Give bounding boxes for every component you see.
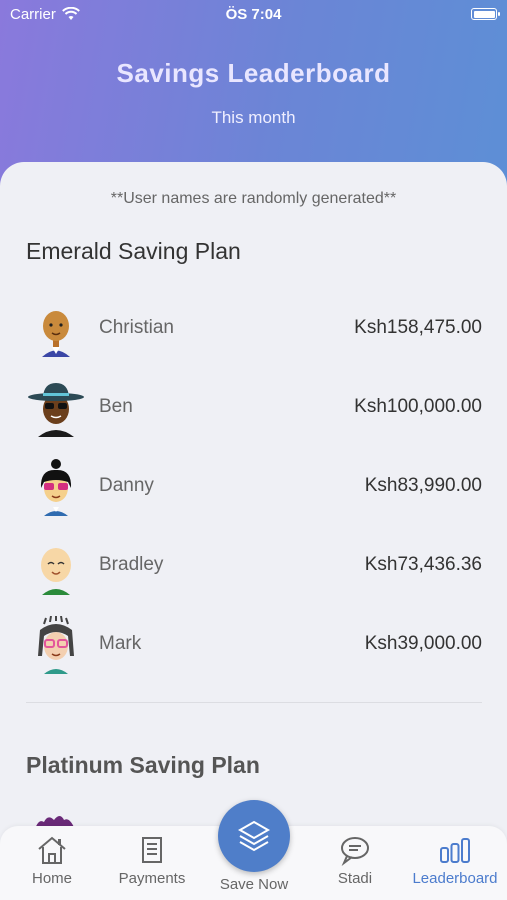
savings-amount: Ksh158,475.00 bbox=[354, 317, 482, 338]
tab-label: Payments bbox=[118, 870, 186, 887]
plan-title-emerald: Emerald Saving Plan bbox=[26, 238, 241, 264]
tab-leaderboard[interactable]: Leaderboard bbox=[405, 834, 505, 887]
clock: ÖS 7:04 bbox=[225, 6, 282, 23]
user-name: Christian bbox=[99, 317, 174, 338]
user-name: Danny bbox=[99, 475, 154, 496]
period-subtitle: This month bbox=[211, 108, 296, 127]
tab-label: Leaderboard bbox=[412, 870, 498, 887]
leaderboard-row[interactable]: Christian Ksh158,475.00 bbox=[26, 300, 482, 360]
avatar-icon bbox=[41, 548, 71, 595]
status-bar: Carrier ÖS 7:04 bbox=[0, 6, 507, 26]
save-now-label: Save Now bbox=[219, 876, 289, 893]
plan-title-platinum: Platinum Saving Plan bbox=[26, 752, 260, 778]
avatar-icon bbox=[42, 311, 70, 357]
section-divider bbox=[26, 702, 482, 703]
disclaimer-note: **User names are randomly generated** bbox=[110, 190, 397, 207]
battery-icon bbox=[471, 8, 500, 20]
tab-home[interactable]: Home bbox=[2, 834, 102, 887]
avatar-icon bbox=[28, 383, 84, 437]
tab-label: Stadi bbox=[337, 870, 373, 887]
savings-amount: Ksh39,000.00 bbox=[364, 633, 482, 654]
chat-icon bbox=[341, 837, 369, 866]
avatar-icon bbox=[40, 459, 72, 516]
tab-payments[interactable]: Payments bbox=[102, 834, 202, 887]
savings-amount: Ksh73,436.36 bbox=[364, 554, 482, 575]
user-name: Bradley bbox=[99, 554, 164, 575]
leaderboard-row[interactable]: Ben Ksh100,000.00 bbox=[26, 379, 482, 439]
tab-stadi[interactable]: Stadi bbox=[305, 834, 405, 887]
leaderboard-row[interactable]: Danny Ksh83,990.00 bbox=[26, 458, 482, 518]
save-now-button[interactable] bbox=[218, 800, 290, 872]
layers-icon bbox=[237, 820, 271, 852]
leaderboard-row[interactable]: Bradley Ksh73,436.36 bbox=[26, 537, 482, 597]
tab-label: Home bbox=[31, 870, 72, 887]
leaderboard-row[interactable]: Mark Ksh39,000.00 bbox=[26, 616, 482, 676]
page-title: Savings Leaderboard bbox=[116, 58, 391, 88]
savings-amount: Ksh83,990.00 bbox=[364, 475, 482, 496]
bar-chart-icon bbox=[440, 838, 470, 863]
leaderboard-card[interactable]: **User names are randomly generated** Em… bbox=[0, 162, 507, 842]
avatar-icon bbox=[38, 616, 74, 674]
receipt-icon bbox=[142, 837, 162, 863]
user-name: Ben bbox=[99, 396, 133, 417]
user-name: Mark bbox=[99, 633, 142, 654]
savings-amount: Ksh100,000.00 bbox=[354, 396, 482, 417]
home-icon bbox=[38, 836, 66, 864]
